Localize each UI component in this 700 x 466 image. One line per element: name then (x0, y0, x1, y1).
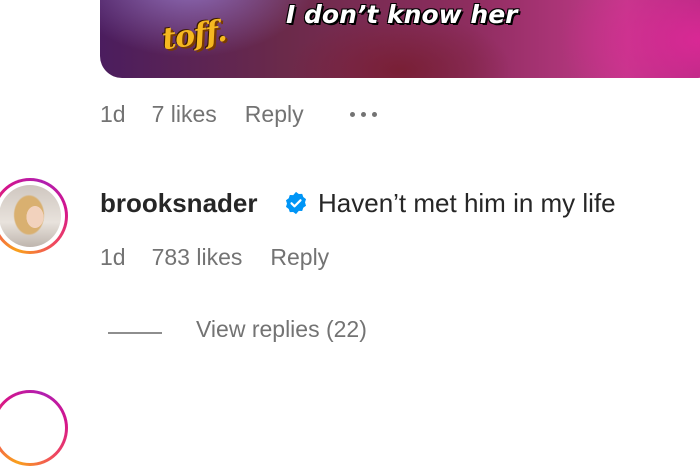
comment-timestamp: 1d (100, 243, 126, 270)
comment-username[interactable]: brooksnader (100, 188, 258, 219)
gif-caption: I don’t know her (286, 0, 518, 29)
avatar-photo (0, 185, 61, 247)
next-comment-avatar[interactable] (0, 390, 68, 466)
avatar[interactable] (0, 178, 68, 254)
comment-timestamp: 1d (100, 100, 126, 127)
more-options-icon[interactable] (349, 111, 377, 117)
like-count[interactable]: 783 likes (152, 244, 243, 271)
gif-image[interactable]: toff. I don’t know her (100, 0, 700, 78)
comment-meta: 1d 783 likes Reply (100, 242, 329, 272)
replies-divider (108, 332, 162, 334)
verified-badge-icon (285, 191, 307, 215)
like-count[interactable]: 7 likes (152, 101, 217, 128)
prev-comment-meta: 1d 7 likes Reply (100, 99, 377, 129)
comment-text: Haven’t met him in my life (318, 188, 616, 218)
view-replies-button[interactable]: View replies (22) (196, 316, 367, 343)
reply-button[interactable]: Reply (245, 101, 304, 128)
gif-logo: toff. (159, 13, 229, 58)
reply-button[interactable]: Reply (270, 244, 329, 271)
